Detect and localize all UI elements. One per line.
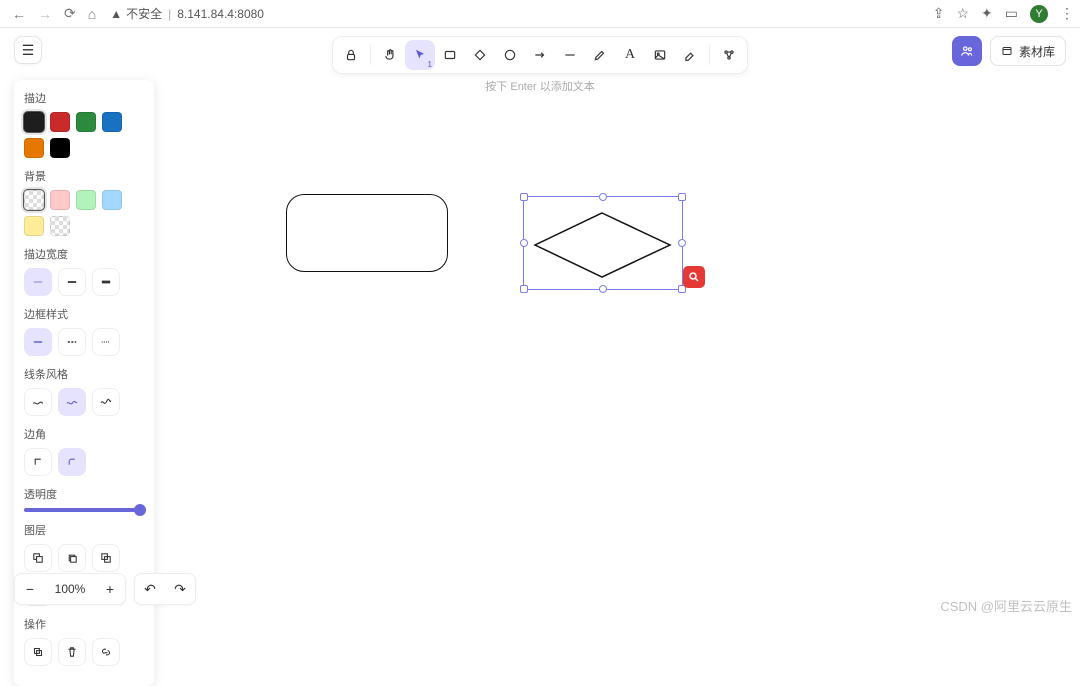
star-icon[interactable]: ☆ xyxy=(956,5,969,22)
shape-rounded-rect[interactable] xyxy=(286,194,448,272)
redo-button[interactable]: ↷ xyxy=(165,574,195,604)
share-icon[interactable]: ⇪ xyxy=(933,5,945,22)
handle-mr[interactable] xyxy=(678,239,686,247)
undo-redo: ↶ ↷ xyxy=(134,573,196,605)
zoom-out-button[interactable]: − xyxy=(15,574,45,604)
action-link[interactable] xyxy=(92,638,120,666)
handle-ml[interactable] xyxy=(520,239,528,247)
extensions-icon[interactable]: ✦ xyxy=(981,5,993,22)
canvas[interactable] xyxy=(0,28,1080,619)
forward-icon[interactable]: → xyxy=(38,6,52,22)
handle-bl[interactable] xyxy=(520,285,528,293)
zoom-controls: − 100% + xyxy=(14,573,126,605)
home-icon[interactable]: ⌂ xyxy=(88,6,96,22)
reader-icon[interactable]: ▭ xyxy=(1005,5,1018,22)
handle-tr[interactable] xyxy=(678,193,686,201)
browser-address-bar: ← → ⟳ ⌂ ▲ 不安全 | 8.141.84.4:8080 ⇪ ☆ ✦ ▭ … xyxy=(0,0,1080,28)
kebab-menu-icon[interactable]: ⋮ xyxy=(1060,5,1074,22)
handle-bm[interactable] xyxy=(599,285,607,293)
profile-avatar[interactable]: Y xyxy=(1030,5,1048,23)
search-badge[interactable] xyxy=(683,266,705,288)
handle-tl[interactable] xyxy=(520,193,528,201)
watermark: CSDN @阿里云云原生 xyxy=(940,596,1072,615)
action-delete[interactable] xyxy=(58,638,86,666)
selection-box[interactable] xyxy=(523,196,683,290)
zoom-in-button[interactable]: + xyxy=(95,574,125,604)
back-icon[interactable]: ← xyxy=(12,6,26,22)
url-text[interactable]: 8.141.84.4:8080 xyxy=(177,7,264,21)
insecure-badge[interactable]: ▲ 不安全 xyxy=(110,5,162,22)
undo-button[interactable]: ↶ xyxy=(135,574,165,604)
handle-tm[interactable] xyxy=(599,193,607,201)
zoom-value[interactable]: 100% xyxy=(45,574,95,604)
reload-icon[interactable]: ⟳ xyxy=(64,5,76,22)
action-copy[interactable] xyxy=(24,638,52,666)
